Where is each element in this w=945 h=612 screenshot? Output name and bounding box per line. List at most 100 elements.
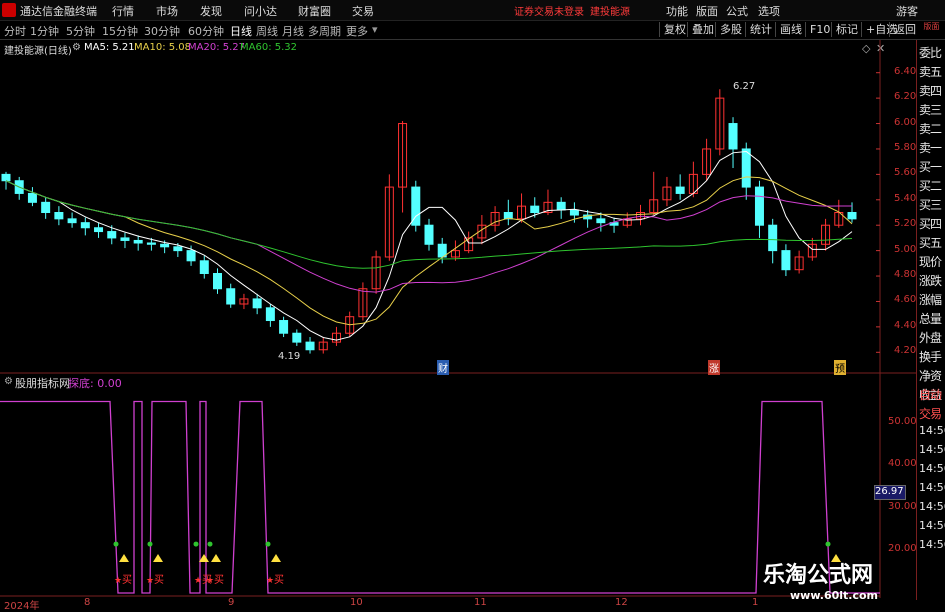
candle-body xyxy=(146,242,156,245)
login-warning[interactable]: 证券交易未登录 xyxy=(514,3,584,18)
candle-body xyxy=(160,243,170,248)
signal-dot xyxy=(825,541,831,547)
back-button[interactable]: 返回 xyxy=(889,22,920,37)
quote-header: 版面 xyxy=(923,22,940,31)
price-tick: 5.80 xyxy=(894,141,917,153)
trade-time: 14:56 xyxy=(919,462,945,475)
candle-body xyxy=(675,186,685,194)
quote-label: 涨跌 xyxy=(919,274,942,288)
signal-dot xyxy=(113,541,119,547)
draw-line-button[interactable]: 画线 xyxy=(775,22,806,37)
price-tick: 5.40 xyxy=(894,192,917,204)
rights-button[interactable]: 复权 xyxy=(659,22,690,37)
stock-name-top: 建投能源 xyxy=(590,7,630,18)
cursor-value-badge: 26.97 xyxy=(874,485,906,500)
candle-body xyxy=(424,224,434,245)
trade-label[interactable]: 交易 xyxy=(919,405,942,424)
price-tick: 4.40 xyxy=(894,319,917,331)
trade-time: 14:56 xyxy=(919,481,945,494)
menu-function[interactable]: 功能 xyxy=(666,3,688,19)
stats-button[interactable]: 统计 xyxy=(745,22,776,37)
candle-body xyxy=(213,273,222,290)
candle-body xyxy=(133,239,143,244)
forecast-marker[interactable]: 预 xyxy=(834,360,846,375)
period-15min[interactable]: 15分钟 xyxy=(102,23,138,39)
quote-label: 卖四 xyxy=(919,84,942,98)
period-timeshare[interactable]: 分时 xyxy=(4,23,26,39)
candle-body xyxy=(80,222,90,229)
trade-label[interactable]: 自动 xyxy=(919,386,942,405)
mark-button[interactable]: 标记 xyxy=(831,22,862,37)
menu-quotes[interactable]: 行情 xyxy=(112,3,134,19)
overlay-button[interactable]: 叠加 xyxy=(687,22,718,37)
quote-panel: 委比 卖五 卖四 卖三 卖二 卖一 买一 买二 买三 买四 买五 现价 涨跌 涨幅 总量 外盘 换手 净资 收益 自动… xyxy=(916,40,945,600)
title-bar: 通达信金融终端 行情 市场 发现 问小达 财富圈 交易 证券交易未登录 建投能源… xyxy=(0,0,945,21)
candle-body xyxy=(596,218,606,224)
menu-trade[interactable]: 交易 xyxy=(352,3,374,19)
multi-stock-button[interactable]: 多股 xyxy=(715,22,746,37)
period-monthly[interactable]: 月线 xyxy=(282,23,304,39)
trade-time: 14:56 xyxy=(919,538,945,551)
period-30min[interactable]: 30分钟 xyxy=(144,23,180,39)
menu-options[interactable]: 选项 xyxy=(758,3,780,19)
quote-label: 卖三 xyxy=(919,103,942,117)
candle-body xyxy=(569,209,579,216)
indicator-tick: 20.00 xyxy=(888,543,917,555)
menu-wealth[interactable]: 财富圈 xyxy=(298,3,331,19)
menu-formula[interactable]: 公式 xyxy=(726,3,748,19)
buy-star-icon: ★ xyxy=(114,576,122,586)
period-1min[interactable]: 1分钟 xyxy=(30,23,59,39)
period-more[interactable]: 更多 xyxy=(346,23,368,39)
f10-button[interactable]: F10 xyxy=(805,22,834,37)
limit-up-marker[interactable]: 涨 xyxy=(708,360,720,375)
period-60min[interactable]: 60分钟 xyxy=(188,23,224,39)
indicator-pane: ★ 买 ★ 买 ★ 买★ 买 ★ 买 xyxy=(0,400,880,594)
quote-label: 买四 xyxy=(919,217,942,231)
period-5min[interactable]: 5分钟 xyxy=(66,23,95,39)
indicator-value: 探底: 0.00 xyxy=(68,377,122,390)
x-label-sep: 9 xyxy=(228,597,235,608)
indicator-settings-icon[interactable]: ⚙ xyxy=(4,376,13,387)
price-tick: 6.20 xyxy=(894,91,917,103)
indicator-title: 股朋指标网 xyxy=(15,377,70,390)
candle-body xyxy=(265,307,275,322)
user-label[interactable]: 游客 xyxy=(896,3,918,19)
candle-body xyxy=(768,224,778,252)
low-label: 4.19 xyxy=(278,351,301,362)
period-weekly[interactable]: 周线 xyxy=(256,23,278,39)
candle-body xyxy=(781,250,791,271)
chevron-down-icon[interactable]: ▾ xyxy=(372,23,378,36)
quote-label: 卖五 xyxy=(919,65,942,79)
quote-label: 外盘 xyxy=(919,331,942,345)
period-daily[interactable]: 日线 xyxy=(230,23,252,39)
alert-triangle-icon xyxy=(153,553,163,562)
menu-market[interactable]: 市场 xyxy=(156,3,178,19)
candle-body xyxy=(173,246,183,252)
candle-body xyxy=(556,201,566,211)
candle-body xyxy=(754,186,764,226)
quote-label: 净资 xyxy=(919,369,942,383)
signal-dot xyxy=(147,541,153,547)
period-multi[interactable]: 多周期 xyxy=(308,23,341,39)
price-tick: 6.00 xyxy=(894,116,917,128)
candle-body xyxy=(54,212,64,220)
quote-label: 现价 xyxy=(919,255,942,269)
alert-triangle-icon xyxy=(119,553,129,562)
x-label-jan: 1 xyxy=(752,597,759,608)
chart-canvas[interactable]: ★ 买 ★ 买 ★ 买★ 买 ★ 买 xyxy=(0,40,916,598)
quote-label: 卖二 xyxy=(919,122,942,136)
price-tick: 4.60 xyxy=(894,294,917,306)
menu-discover[interactable]: 发现 xyxy=(200,3,222,19)
quote-label: 买一 xyxy=(919,160,942,174)
x-label-aug: 8 xyxy=(84,597,91,608)
menu-layout[interactable]: 版面 xyxy=(696,3,718,19)
quote-label: 总量 xyxy=(919,312,942,326)
quote-label: 涨幅 xyxy=(919,293,942,307)
candle-body xyxy=(252,298,262,309)
candle-body xyxy=(292,332,302,343)
quote-label: 委比 xyxy=(919,46,942,60)
menu-assistant[interactable]: 问小达 xyxy=(244,3,277,19)
finance-marker[interactable]: 财 xyxy=(437,360,449,375)
price-tick: 5.60 xyxy=(894,167,917,179)
buy-star-icon: ★ xyxy=(266,576,274,586)
